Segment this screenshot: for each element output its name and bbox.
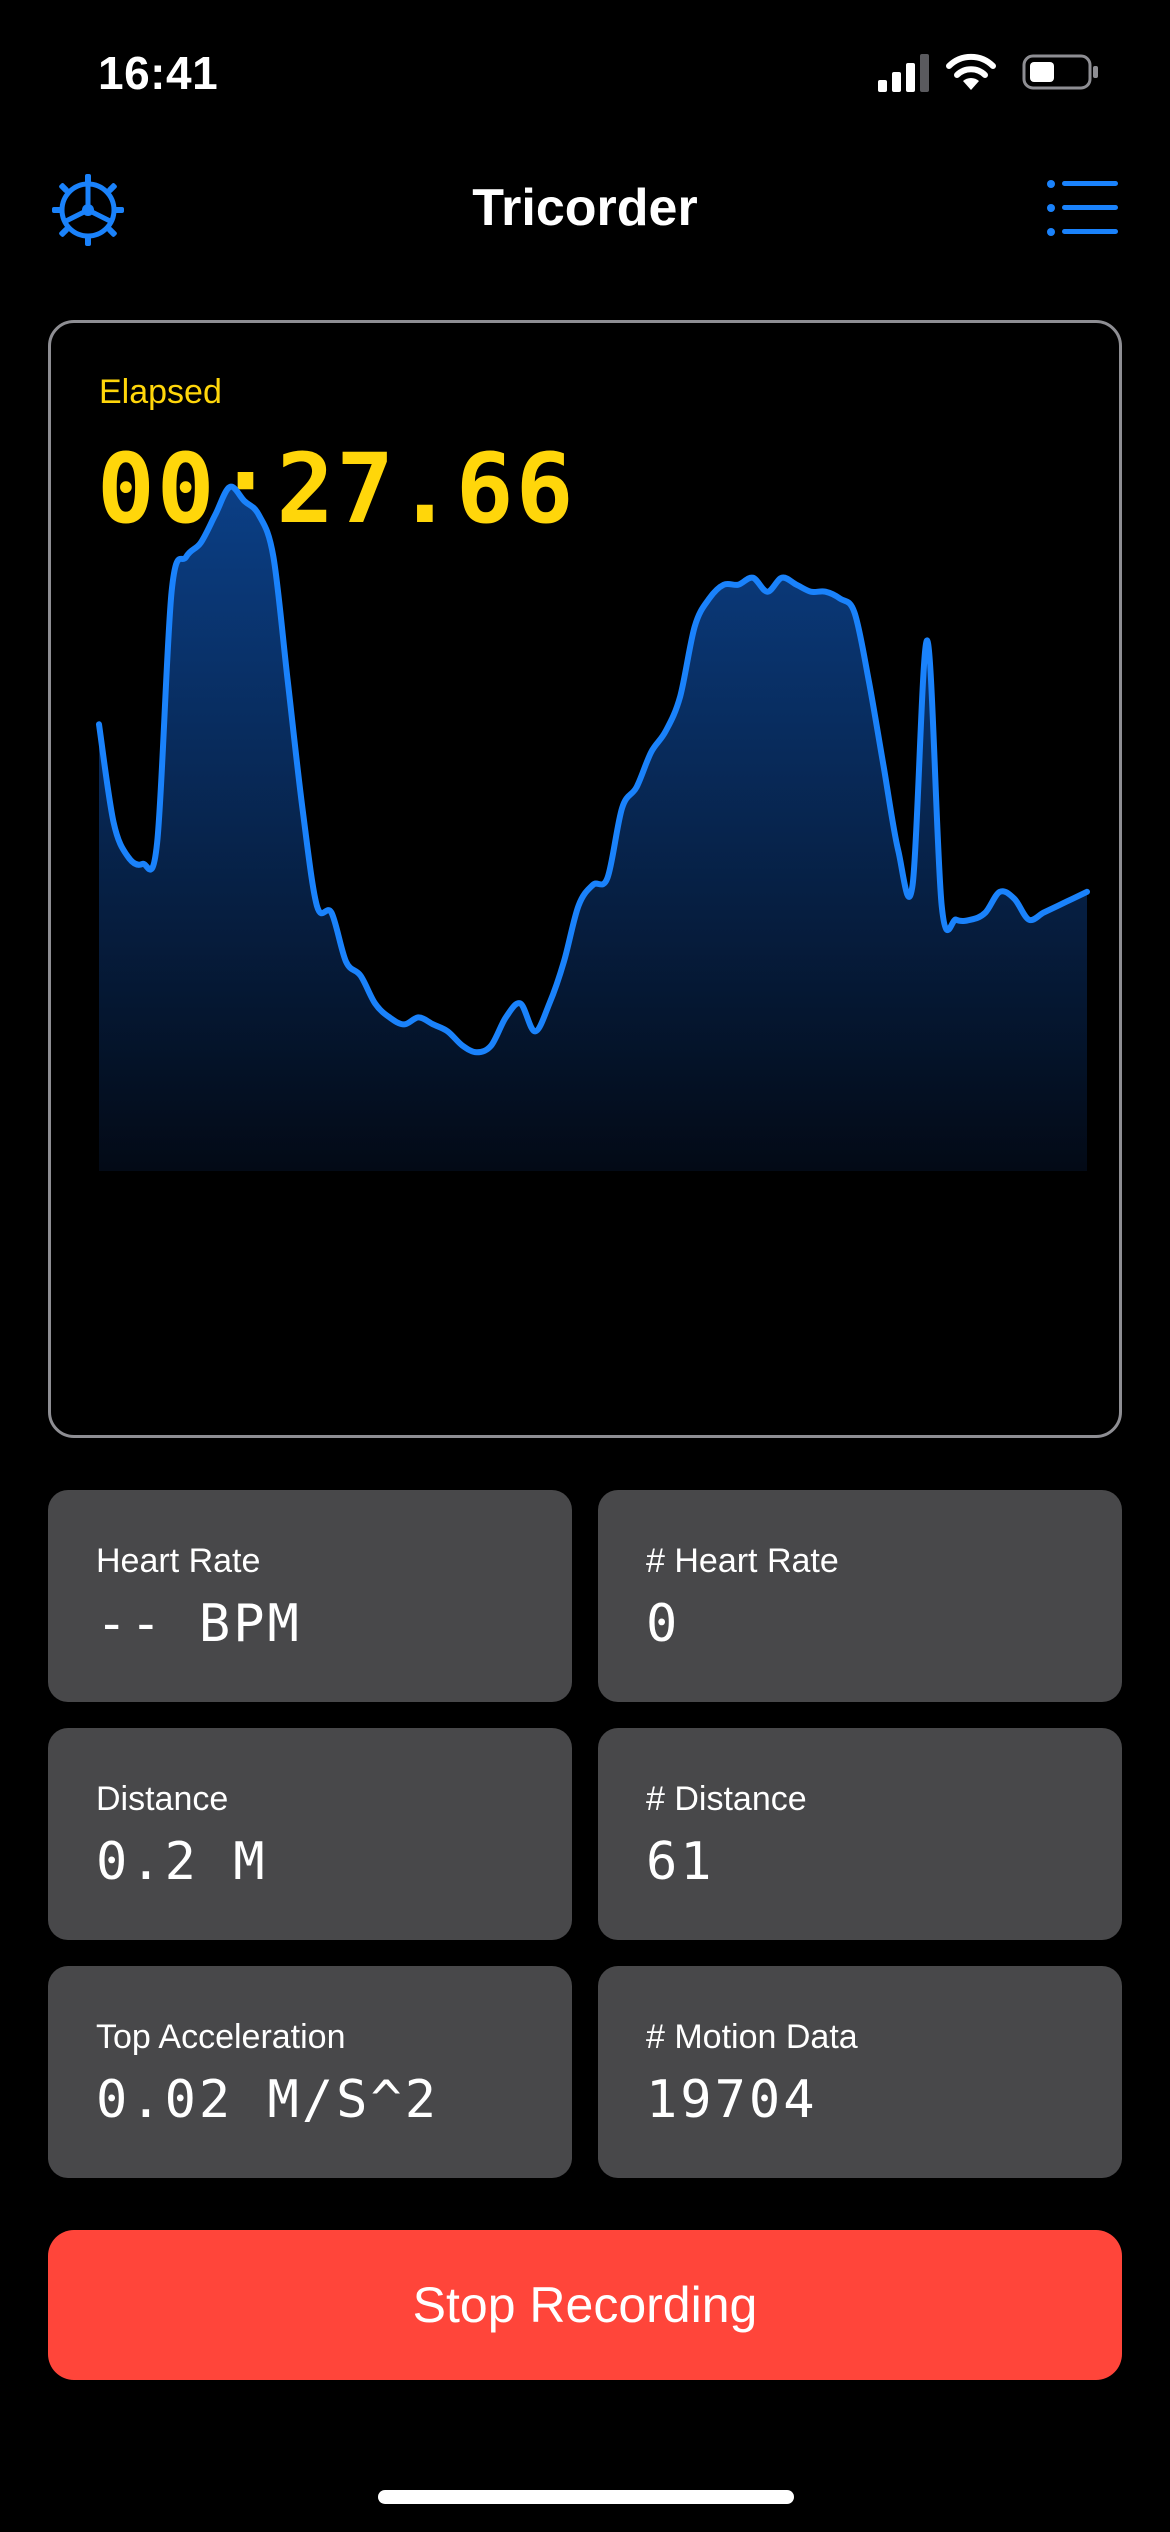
chart-card: Elapsed 00:27.66 [48,320,1122,1438]
page-title: Tricorder [472,179,698,237]
tile-value: 19704 [646,2070,818,2130]
tile-value: 61 [646,1832,715,1892]
status-time: 16:41 [98,47,219,99]
tile-label: Distance [96,1780,229,1818]
tile-value: -- BPM [96,1594,302,1654]
status-bar: 16:41 [0,0,1170,140]
distance-tile: Distance 0.2 M [48,1728,572,1940]
tile-label: # Distance [646,1780,807,1818]
home-indicator[interactable] [378,2490,794,2504]
heart-rate-count-tile: # Heart Rate 0 [598,1490,1122,1702]
top-acceleration-tile: Top Acceleration 0.02 M/S^2 [48,1966,572,2178]
motion-data-count-tile: # Motion Data 19704 [598,1966,1122,2178]
distance-count-tile: # Distance 61 [598,1728,1122,1940]
settings-button[interactable] [50,172,126,248]
battery-icon [1022,54,1098,90]
tile-value: 0.02 M/S^2 [96,2070,440,2130]
heart-rate-tile: Heart Rate -- BPM [48,1490,572,1702]
tile-label: # Heart Rate [646,1542,839,1580]
tile-label: # Motion Data [646,2018,858,2056]
list-icon [1047,180,1118,236]
tile-value: 0.2 M [96,1832,268,1892]
tile-label: Top Acceleration [96,2018,346,2056]
settings-wheel-icon [52,174,124,246]
stop-recording-button[interactable]: Stop Recording [48,2230,1122,2380]
tile-value: 0 [646,1594,681,1654]
tile-label: Heart Rate [96,1542,261,1580]
sensor-chart [96,483,1090,1172]
cellular-signal-icon [878,54,929,92]
wifi-icon [946,53,996,90]
list-button[interactable] [1046,176,1118,240]
status-icons [874,52,1114,96]
